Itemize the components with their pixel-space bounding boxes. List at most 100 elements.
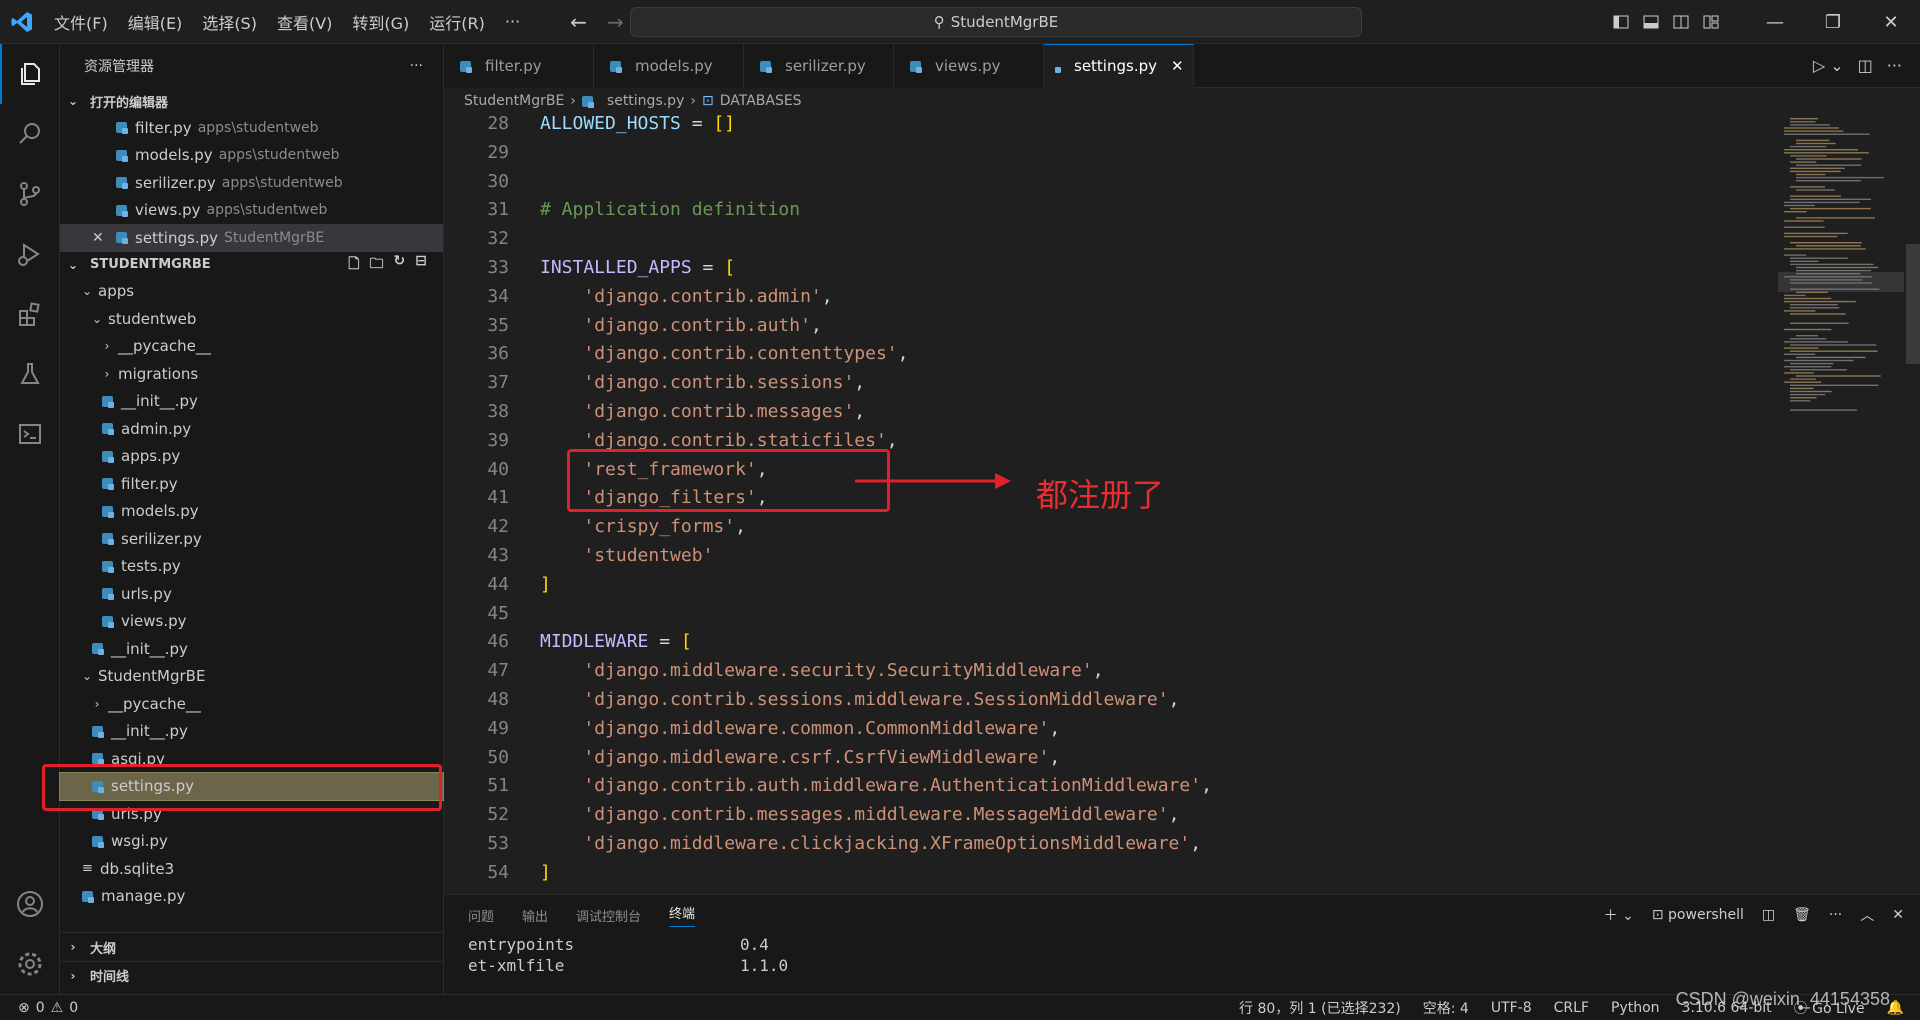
file-label: models.py xyxy=(121,502,199,521)
line-number: 39 xyxy=(487,429,509,451)
split-terminal-icon[interactable]: ◫ xyxy=(1762,907,1775,923)
new-folder-icon[interactable]: 🗀 xyxy=(370,253,384,277)
timeline-section[interactable]: › 时间线 xyxy=(60,961,444,989)
close-tab-icon[interactable]: ✕ xyxy=(1171,57,1184,75)
encoding[interactable]: UTF-8 xyxy=(1491,1000,1532,1016)
tab-terminal[interactable]: 终端 xyxy=(669,903,696,927)
maximize-panel-icon[interactable]: ︿ xyxy=(1860,905,1874,925)
folder-migrations[interactable]: › migrations xyxy=(60,360,443,388)
line-number: 51 xyxy=(487,775,509,797)
breadcrumb-symbol[interactable]: DATABASES xyxy=(720,93,802,109)
folder-studentmgrbe[interactable]: ⌄ StudentMgrBE xyxy=(60,663,443,691)
trash-icon[interactable]: 🗑 xyxy=(1793,907,1811,923)
close-icon[interactable]: ✕ xyxy=(92,230,116,246)
breadcrumb-file[interactable]: settings.py xyxy=(607,93,684,109)
settings-gear-icon[interactable] xyxy=(0,934,60,994)
remote-terminal-icon[interactable] xyxy=(0,404,60,464)
minimize-icon[interactable]: — xyxy=(1746,0,1804,44)
folder-apps[interactable]: ⌄ apps xyxy=(60,278,443,306)
explorer-more-button[interactable]: ··· xyxy=(410,58,423,74)
menu-selection[interactable]: 选择(S) xyxy=(192,0,267,44)
line-ending[interactable]: CRLF xyxy=(1554,1000,1589,1016)
open-editor-item[interactable]: views.py apps\studentweb xyxy=(60,197,443,225)
forward-arrow-icon[interactable]: → xyxy=(607,10,624,34)
account-icon[interactable] xyxy=(0,874,60,934)
testing-flask-icon[interactable] xyxy=(0,344,60,404)
scrollbar-thumb[interactable] xyxy=(1906,244,1920,364)
file-item[interactable]: wsgi.py xyxy=(60,828,443,856)
project-section[interactable]: ⌄ STUDENTMGRBE 🗋 🗀 ↻ ⊟ xyxy=(60,252,443,278)
tab-views[interactable]: views.py xyxy=(894,44,1044,88)
menu-go[interactable]: 转到(G) xyxy=(342,0,419,44)
file-item[interactable]: apps.py xyxy=(60,443,443,471)
file-item[interactable]: __init__.py xyxy=(60,718,443,746)
more-actions-icon[interactable]: ··· xyxy=(1887,56,1902,75)
run-file-icon[interactable]: ▷ ⌄ xyxy=(1813,56,1844,75)
file-item[interactable]: urls.py xyxy=(60,580,443,608)
open-editor-item-active[interactable]: ✕ settings.py StudentMgrBE xyxy=(60,224,443,252)
split-editor-icon[interactable]: ◫ xyxy=(1858,56,1873,75)
new-terminal-icon[interactable]: ＋ ⌄ xyxy=(1604,905,1634,925)
terminal-shell-icon[interactable]: ⊡ powershell xyxy=(1652,907,1744,923)
search-icon[interactable] xyxy=(0,104,60,164)
file-item[interactable]: tests.py xyxy=(60,553,443,581)
tab-settings[interactable]: settings.py ✕ xyxy=(1044,44,1194,88)
file-item[interactable]: admin.py xyxy=(60,415,443,443)
close-window-icon[interactable]: ✕ xyxy=(1862,0,1920,44)
toggle-panel-icon[interactable] xyxy=(1636,0,1666,44)
minimap[interactable] xyxy=(1778,114,1904,414)
collapse-all-icon[interactable]: ⊟ xyxy=(415,253,427,277)
back-arrow-icon[interactable]: ← xyxy=(570,10,587,34)
file-item[interactable]: ≡ db.sqlite3 xyxy=(60,855,443,883)
menu-more[interactable]: ··· xyxy=(495,0,530,44)
language-mode[interactable]: Python xyxy=(1611,1000,1660,1016)
explorer-icon[interactable] xyxy=(0,44,60,104)
python-file-icon xyxy=(116,149,128,162)
toggle-secondary-sidebar-icon[interactable] xyxy=(1666,0,1696,44)
breadcrumb-project[interactable]: StudentMgrBE xyxy=(464,93,564,109)
refresh-icon[interactable]: ↻ xyxy=(394,253,406,277)
more-actions-icon[interactable]: ··· xyxy=(1829,907,1842,923)
indentation[interactable]: 空格: 4 xyxy=(1423,998,1469,1018)
folder-pycache[interactable]: › __pycache__ xyxy=(60,333,443,361)
file-item[interactable]: views.py xyxy=(60,608,443,636)
file-item[interactable]: filter.py xyxy=(60,470,443,498)
extensions-icon[interactable] xyxy=(0,284,60,344)
open-editors-section[interactable]: ⌄ 打开的编辑器 xyxy=(60,88,443,114)
file-label: __init__.py xyxy=(111,639,188,658)
code-text: 'django.contrib.sessions', xyxy=(583,372,866,394)
tab-models[interactable]: models.py xyxy=(594,44,744,88)
command-center-search[interactable]: ⚲ StudentMgrBE xyxy=(630,7,1362,37)
customize-layout-icon[interactable] xyxy=(1696,0,1726,44)
folder-studentweb[interactable]: ⌄ studentweb xyxy=(60,305,443,333)
file-item[interactable]: manage.py xyxy=(60,883,443,911)
source-control-icon[interactable] xyxy=(0,164,60,224)
tab-filter[interactable]: filter.py xyxy=(444,44,594,88)
menu-file[interactable]: 文件(F) xyxy=(44,0,118,44)
outline-section[interactable]: › 大纲 xyxy=(60,933,444,961)
open-editor-item[interactable]: filter.py apps\studentweb xyxy=(60,114,443,142)
toggle-sidebar-icon[interactable] xyxy=(1606,0,1636,44)
tab-output[interactable]: 输出 xyxy=(522,906,548,925)
close-panel-icon[interactable]: ✕ xyxy=(1892,907,1904,923)
restore-icon[interactable]: ❐ xyxy=(1804,0,1862,44)
menu-run[interactable]: 运行(R) xyxy=(419,0,495,44)
file-item[interactable]: __init__.py xyxy=(60,388,443,416)
new-file-icon[interactable]: 🗋 xyxy=(348,253,359,277)
file-item[interactable]: serilizer.py xyxy=(60,525,443,553)
cursor-position[interactable]: 行 80，列 1 (已选择232) xyxy=(1239,998,1401,1018)
file-item[interactable]: __init__.py xyxy=(60,635,443,663)
tab-debug-console[interactable]: 调试控制台 xyxy=(576,906,641,925)
title-bar: 文件(F) 编辑(E) 选择(S) 查看(V) 转到(G) 运行(R) ··· … xyxy=(0,0,1920,44)
open-editor-item[interactable]: serilizer.py apps\studentweb xyxy=(60,169,443,197)
menu-view[interactable]: 查看(V) xyxy=(267,0,342,44)
run-debug-icon[interactable] xyxy=(0,224,60,284)
folder-pycache[interactable]: › __pycache__ xyxy=(60,690,443,718)
file-item[interactable]: models.py xyxy=(60,498,443,526)
tab-problems[interactable]: 问题 xyxy=(468,906,494,925)
problems-status[interactable]: ⊗ 0 ⚠ 0 xyxy=(0,1000,78,1016)
menu-edit[interactable]: 编辑(E) xyxy=(118,0,193,44)
open-editor-item[interactable]: models.py apps\studentweb xyxy=(60,142,443,170)
editor-scrollbar[interactable] xyxy=(1906,114,1920,894)
tab-serilizer[interactable]: serilizer.py xyxy=(744,44,894,88)
